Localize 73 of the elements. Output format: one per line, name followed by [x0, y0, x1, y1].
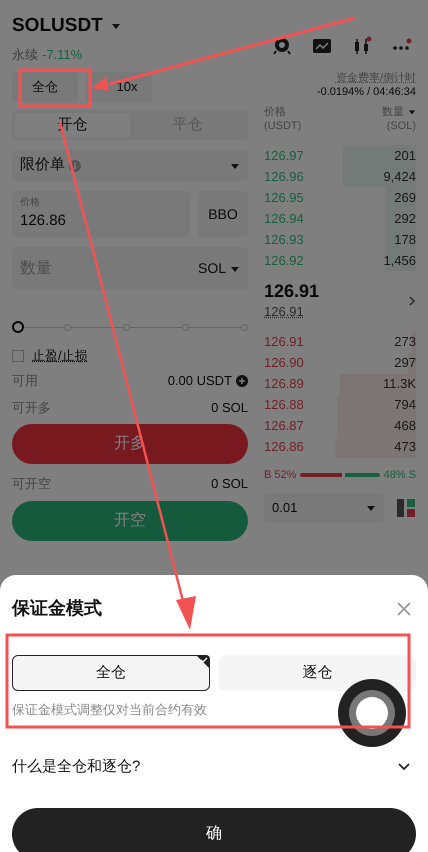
order-type-dropdown[interactable]: 限价单: [12, 150, 248, 181]
short-value: 0 SOL: [211, 475, 248, 493]
slider-stop[interactable]: [123, 324, 130, 330]
price-text: 126.91: [264, 333, 304, 352]
chart-card-icon[interactable]: [312, 36, 332, 56]
precision-dropdown[interactable]: 0.01: [264, 493, 384, 523]
sheet-title: 保证金模式: [12, 597, 102, 620]
long-value: 0 SOL: [211, 398, 248, 416]
change-percent: -7.11%: [42, 46, 82, 64]
candlestick-icon[interactable]: [352, 36, 372, 56]
available-label: 可用: [12, 372, 38, 390]
price-text: 126.93: [264, 230, 304, 249]
column-header: 数量: [382, 105, 404, 119]
funding-value: -0.0194% / 04:46:34: [316, 85, 416, 99]
quantity-text: 473: [394, 438, 416, 456]
info-icon: [69, 160, 81, 172]
quantity-text: 201: [394, 146, 416, 165]
check-icon: [196, 655, 210, 669]
price-text: 126.87: [264, 417, 304, 436]
quantity-text: 178: [394, 230, 416, 249]
column-unit: (USDT): [264, 119, 302, 133]
price-text: 126.90: [264, 354, 304, 372]
quantity-text: 11.3K: [382, 375, 416, 394]
short-label: 可开空: [12, 475, 51, 493]
margin-option[interactable]: 全仓: [12, 655, 210, 691]
layout-icon[interactable]: [396, 498, 416, 518]
symbol-title[interactable]: SOLUSDT: [12, 12, 103, 40]
price-text: 126.95: [264, 188, 304, 207]
quantity-text: 9,424: [383, 168, 416, 186]
long-label: 可开多: [12, 398, 51, 416]
tp-sl-label[interactable]: 止盈/止损: [32, 346, 88, 366]
checkbox[interactable]: [12, 350, 24, 362]
caret-down-icon: [408, 108, 416, 116]
quantity-text: 273: [394, 333, 416, 352]
caret-down-icon: [110, 21, 121, 32]
bbo-button[interactable]: BBO: [198, 191, 248, 237]
buy-ratio-label: B 52%: [264, 468, 296, 482]
price-text: 126.96: [264, 168, 304, 186]
available-value: 0.00 USDT: [168, 372, 232, 390]
field-value: 126.86: [20, 211, 67, 231]
quantity-text: 794: [394, 396, 416, 414]
funding-label: 资金费率/倒计时: [334, 71, 416, 85]
chevron-right-icon[interactable]: [408, 294, 416, 307]
price-text: 126.86: [264, 438, 304, 456]
price-text: 126.89: [264, 375, 304, 394]
quantity-text: 1,456: [383, 252, 416, 270]
confirm-button[interactable]: 确: [12, 808, 416, 852]
last-price: 126.91: [264, 280, 320, 302]
price-text: 126.88: [264, 396, 304, 414]
badge-icon[interactable]: [272, 36, 292, 56]
sell-ratio-label: 48% S: [384, 468, 416, 482]
quantity-text: 468: [394, 417, 416, 436]
slider-stop[interactable]: [182, 324, 189, 330]
contract-type: 永续: [12, 46, 38, 64]
slider-stop[interactable]: [241, 324, 248, 330]
close-icon[interactable]: [396, 600, 412, 616]
faq-label[interactable]: 什么是全仓和逐仓?: [12, 756, 140, 778]
quantity-text: 292: [394, 210, 416, 228]
quantity-text: 297: [394, 354, 416, 372]
margin-mode-button[interactable]: 全仓: [12, 72, 78, 102]
add-icon[interactable]: [236, 374, 248, 387]
mark-price: 126.91: [264, 303, 305, 321]
column-header: 价格: [264, 105, 287, 119]
margin-note: 保证金模式调整仅对当前合约有效: [12, 701, 208, 719]
slider-thumb[interactable]: [12, 321, 24, 333]
price-text: 126.97: [264, 146, 304, 165]
quantity-text: 269: [394, 188, 416, 207]
slider-track[interactable]: [12, 321, 248, 333]
price-text: 126.94: [264, 210, 304, 228]
caret-down-icon: [366, 503, 376, 513]
column-unit: (SOL): [386, 119, 416, 133]
price-text: 126.92: [264, 252, 304, 270]
slider-stop[interactable]: [64, 324, 71, 330]
